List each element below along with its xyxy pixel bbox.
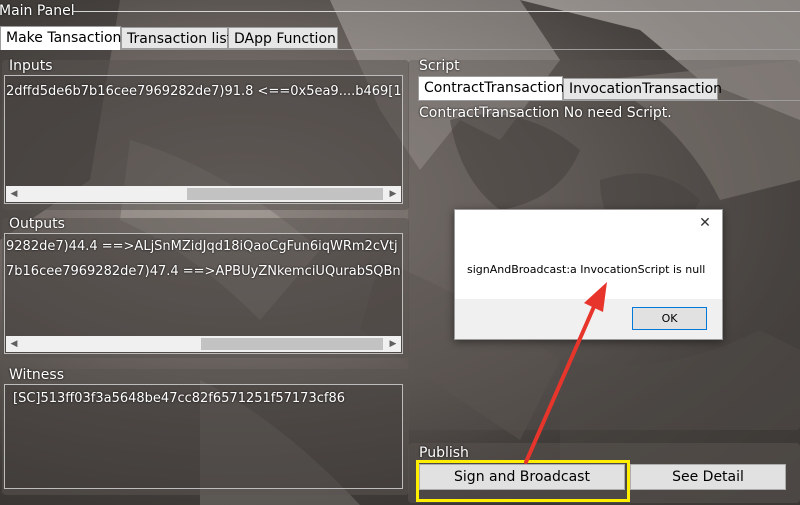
list-item[interactable]: 2dffd5de6b7b16cee7969282de7)91.8 <==0x5e… — [6, 84, 402, 99]
ok-button[interactable]: OK — [632, 307, 707, 330]
scroll-thumb[interactable] — [187, 188, 383, 200]
see-detail-button[interactable]: See Detail — [630, 464, 786, 490]
scroll-right-icon[interactable]: ▶ — [385, 336, 401, 352]
script-label: Script — [419, 58, 460, 74]
outputs-list[interactable]: 9282de7)44.4 ==>ALjSnMZidJqd18iQaoCgFun6… — [4, 233, 403, 354]
list-item[interactable]: [SC]513ff03f3a5648be47cc82f6571251f57173… — [13, 391, 345, 406]
list-item[interactable]: 9282de7)44.4 ==>ALjSnMZidJqd18iQaoCgFun6… — [6, 239, 398, 254]
scroll-right-icon[interactable]: ▶ — [385, 186, 401, 202]
tab-transaction-list[interactable]: Transaction list — [121, 27, 232, 49]
close-icon[interactable]: ✕ — [694, 212, 716, 234]
script-message: ContractTransaction No need Script. — [419, 105, 672, 121]
sign-and-broadcast-button[interactable]: Sign and Broadcast — [419, 464, 625, 490]
dialog-footer: OK — [455, 299, 722, 339]
list-item[interactable]: 7b16cee7969282de7)47.4 ==>APBUyZNkemciUQ… — [6, 264, 401, 279]
message-dialog: ✕ signAndBroadcast:a InvocationScript is… — [454, 209, 723, 340]
witness-list[interactable]: [SC]513ff03f3a5648be47cc82f6571251f57173… — [4, 384, 403, 489]
publish-label: Publish — [419, 445, 469, 461]
main-panel-title: Main Panel — [0, 3, 75, 19]
witness-label: Witness — [9, 367, 64, 383]
scroll-thumb[interactable] — [201, 338, 383, 350]
scroll-left-icon[interactable]: ◀ — [6, 336, 22, 352]
outputs-scrollbar[interactable]: ◀ ▶ — [6, 336, 401, 352]
inputs-list[interactable]: 2dffd5de6b7b16cee7969282de7)91.8 <==0x5e… — [4, 75, 403, 204]
script-tab-strip-line — [418, 100, 800, 101]
scroll-left-icon[interactable]: ◀ — [6, 186, 22, 202]
dialog-message: signAndBroadcast:a InvocationScript is n… — [467, 263, 706, 276]
tab-contract-transaction[interactable]: ContractTransaction — [418, 76, 564, 100]
outputs-label: Outputs — [9, 216, 65, 232]
tab-invocation-transaction[interactable]: InvocationTransaction — [563, 78, 722, 100]
inputs-scrollbar[interactable]: ◀ ▶ — [6, 186, 401, 202]
tab-dapp-function[interactable]: DApp Function — [228, 27, 338, 49]
main-panel-divider — [72, 11, 800, 12]
tab-make-transaction[interactable]: Make Tansaction — [0, 26, 121, 50]
inputs-label: Inputs — [9, 58, 53, 74]
